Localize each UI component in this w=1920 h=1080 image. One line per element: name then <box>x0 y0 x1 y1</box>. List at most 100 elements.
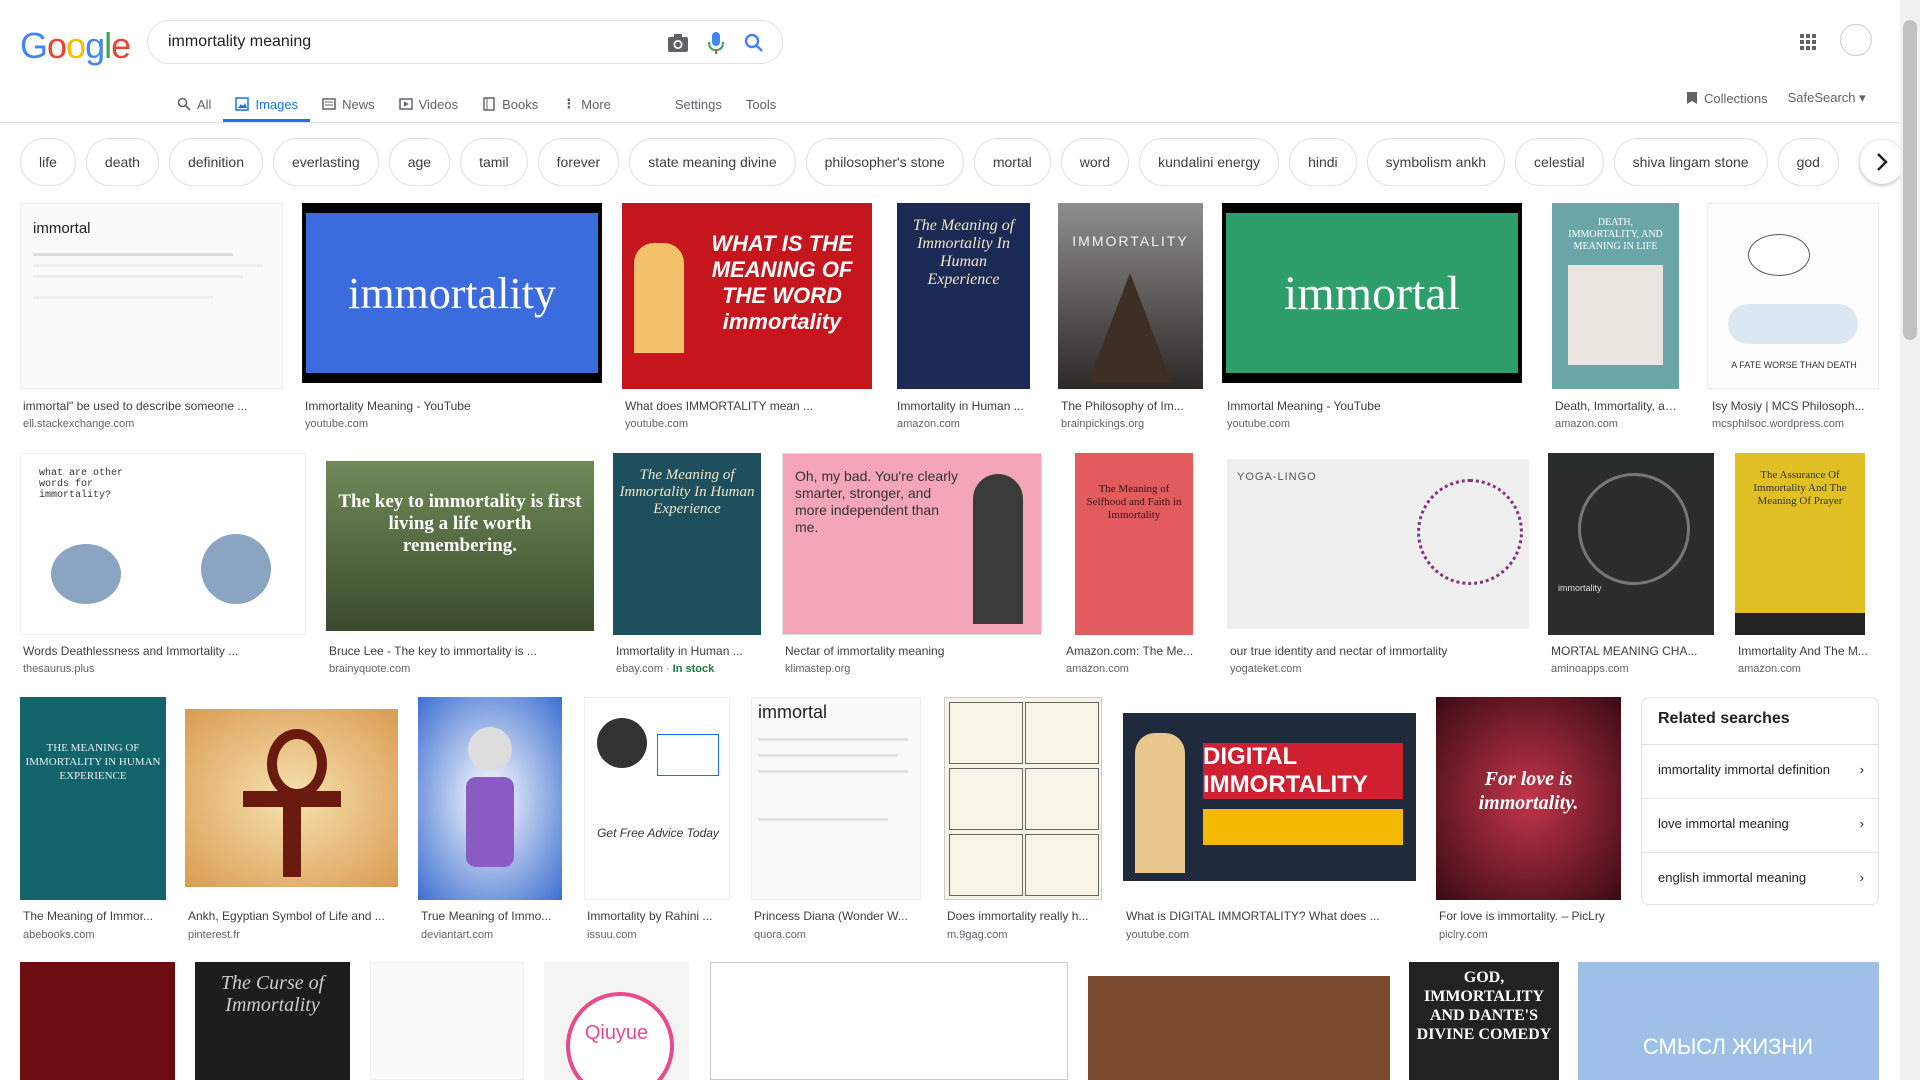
image-result[interactable]: The Curse of Immortality <box>195 962 350 1080</box>
image-result[interactable]: True Meaning of Immo... deviantart.com <box>418 697 564 947</box>
chip[interactable]: kundalini energy <box>1139 138 1280 186</box>
image-result[interactable]: immortal Princess Diana (Wonder W... quo… <box>751 697 923 947</box>
chip[interactable]: philosopher's stone <box>805 138 964 186</box>
image-result[interactable]: Ankh, Egyptian Symbol of Life and ... pi… <box>185 697 398 947</box>
search-input[interactable] <box>166 32 650 52</box>
image-result[interactable] <box>1088 962 1390 1080</box>
tab-more[interactable]: ⋮ More <box>550 88 623 120</box>
chip[interactable]: age <box>388 138 451 186</box>
image-result[interactable]: WHAT IS THE MEANING OF THE WORD immortal… <box>622 203 872 435</box>
image-result[interactable]: immortal Immortal Meaning - YouTube yout… <box>1222 203 1522 435</box>
image-result[interactable]: For love is immortality. For love is imm… <box>1436 697 1622 947</box>
collections-button[interactable]: Collections <box>1686 91 1768 106</box>
result-source: youtube.com <box>305 418 368 430</box>
chips-next-button[interactable] <box>1860 140 1904 184</box>
image-result[interactable]: THE MEANING OF IMMORTALITY IN HUMAN EXPE… <box>20 697 166 947</box>
image-result[interactable]: immortality MORTAL MEANING CHA... aminoa… <box>1548 453 1714 678</box>
image-result[interactable]: The Meaning of Selfhood and Faith in Imm… <box>1063 453 1208 678</box>
result-title: Immortality in Human ... <box>616 644 743 658</box>
image-result[interactable]: The Meaning of Immortality In Human Expe… <box>613 453 761 678</box>
header: Google All <box>0 0 1920 123</box>
chip-label: hindi <box>1308 154 1338 170</box>
chip[interactable]: word <box>1060 138 1130 186</box>
result-source: brainpickings.org <box>1061 418 1145 430</box>
search-tabs: All Images News Videos Books ⋮ More Sett… <box>165 88 788 122</box>
tab-videos[interactable]: Videos <box>387 88 471 120</box>
account-avatar[interactable] <box>1840 24 1872 56</box>
video-icon <box>398 98 413 110</box>
thumb-text: Get Free Advice Today <box>597 826 719 840</box>
image-result[interactable]: DIGITAL IMMORTALITY What is DIGITAL IMMO… <box>1123 697 1418 947</box>
chevron-right-icon <box>1877 153 1888 171</box>
image-icon <box>235 97 250 111</box>
image-result[interactable]: Qiuyue <box>544 962 689 1080</box>
result-source: brainyquote.com <box>329 663 411 675</box>
image-result[interactable]: immortal immortal" be used to describe s… <box>20 203 283 435</box>
thumb-text: WHAT IS THE MEANING OF THE WORD immortal… <box>711 231 853 334</box>
image-result[interactable] <box>20 962 175 1080</box>
image-result[interactable]: The Assurance Of Immortality And The Mea… <box>1735 453 1879 678</box>
result-title: The Philosophy of Im... <box>1061 399 1184 413</box>
chip[interactable]: forever <box>537 138 620 186</box>
chip[interactable]: tamil <box>460 138 528 186</box>
tab-images[interactable]: Images <box>223 88 310 122</box>
thumb-text: Oh, my bad. You're clearly smarter, stro… <box>795 468 958 535</box>
result-source: amazon.com <box>1738 663 1801 675</box>
image-result[interactable]: DEATH, IMMORTALITY, AND MEANING IN LIFE … <box>1552 203 1679 435</box>
stock-badge: In stock <box>672 663 715 675</box>
microphone-icon[interactable] <box>704 31 728 55</box>
image-result[interactable]: immortality Immortality Meaning - YouTub… <box>302 203 602 435</box>
chip[interactable]: mortal <box>973 138 1051 186</box>
related-heading: Related searches <box>1658 710 1790 727</box>
image-result[interactable]: Does immortality really h... m.9gag.com <box>944 697 1104 947</box>
tab-news[interactable]: News <box>310 88 387 120</box>
tab-all[interactable]: All <box>165 88 223 120</box>
newspaper-icon <box>322 98 336 110</box>
image-result[interactable]: Get Free Advice Today Immortality by Rah… <box>584 697 732 947</box>
image-result[interactable]: The key to immortality is first living a… <box>326 453 594 678</box>
apps-grid-icon[interactable] <box>1796 30 1820 54</box>
image-result[interactable]: IMMORTALITY The Philosophy of Im... brai… <box>1058 203 1203 435</box>
result-title: Bruce Lee - The key to immortality is ..… <box>329 644 537 658</box>
thumb-text: YOGA-LINGO <box>1237 471 1317 483</box>
chip[interactable]: celestial <box>1515 138 1604 186</box>
related-search-item[interactable]: love immortal meaning › <box>1642 798 1878 848</box>
tab-settings[interactable]: Settings <box>663 88 734 120</box>
related-search-item[interactable]: immortality immortal definition › <box>1642 744 1878 794</box>
chip-label: shiva lingam stone <box>1632 154 1749 170</box>
image-result[interactable]: what are other words for immortality? Wo… <box>20 453 306 678</box>
chip[interactable]: death <box>85 138 159 186</box>
chip[interactable]: symbolism ankh <box>1366 138 1506 186</box>
image-result[interactable]: Oh, my bad. You're clearly smarter, stro… <box>782 453 1042 678</box>
image-result[interactable]: СМЫСЛ ЖИЗНИ <box>1578 962 1879 1080</box>
related-search-item[interactable]: english immortal meaning › <box>1642 852 1878 902</box>
image-result[interactable]: YOGA-LINGO our true identity and nectar … <box>1227 453 1529 678</box>
tab-books[interactable]: Books <box>470 88 550 120</box>
chip[interactable]: shiva lingam stone <box>1613 138 1768 186</box>
camera-icon[interactable] <box>666 31 690 55</box>
result-source: deviantart.com <box>421 929 494 941</box>
google-logo[interactable]: Google <box>20 25 131 67</box>
image-result[interactable]: A FATE WORSE THAN DEATH Isy Mosiy | MCS … <box>1707 203 1879 435</box>
chip-label: age <box>407 154 432 170</box>
thumb-text: immortal <box>33 220 91 237</box>
scrollbar-thumb[interactable] <box>1903 20 1917 340</box>
chip-label: everlasting <box>292 154 360 170</box>
image-result[interactable] <box>710 962 1068 1080</box>
image-result[interactable]: GOD, IMMORTALITY AND DANTE'S DIVINE COME… <box>1409 962 1559 1080</box>
chip[interactable]: state meaning divine <box>629 138 796 186</box>
chip[interactable]: definition <box>168 138 263 186</box>
result-source: amazon.com <box>1066 663 1129 675</box>
image-result[interactable]: The Meaning of Immortality In Human Expe… <box>897 203 1032 435</box>
chip[interactable]: hindi <box>1289 138 1357 186</box>
tab-tools[interactable]: Tools <box>734 88 788 120</box>
chip[interactable]: life <box>20 138 76 186</box>
safesearch-button[interactable]: SafeSearch ▾ <box>1788 90 1866 106</box>
image-result[interactable] <box>370 962 524 1080</box>
chevron-right-icon: › <box>1859 762 1864 777</box>
result-source: abebooks.com <box>23 929 95 941</box>
thumb-text: The Curse of Immortality <box>220 972 325 1016</box>
search-icon[interactable] <box>742 31 766 55</box>
chip[interactable]: god <box>1777 138 1839 186</box>
chip[interactable]: everlasting <box>273 138 379 186</box>
